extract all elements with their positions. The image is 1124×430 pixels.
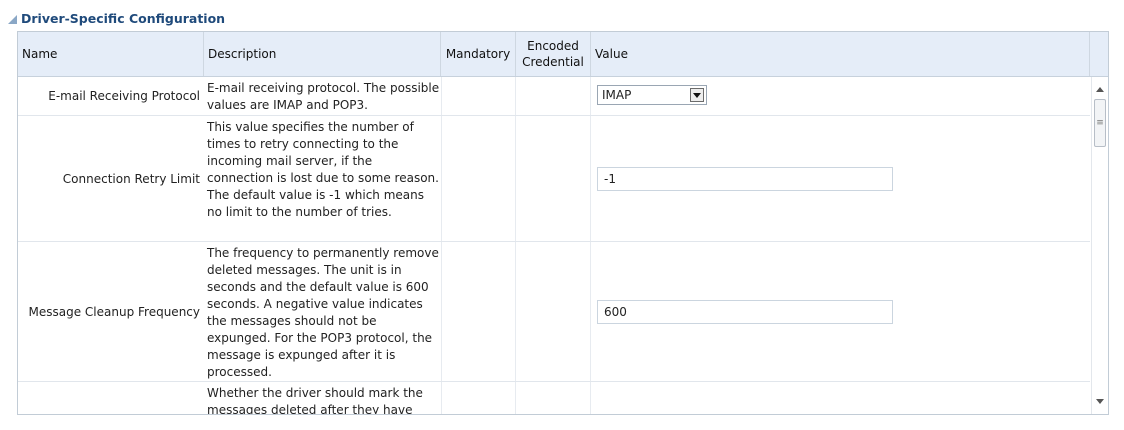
column-header-value[interactable]: Value bbox=[591, 32, 1090, 76]
row-description: The frequency to permanently remove dele… bbox=[207, 246, 439, 379]
row-description: E-mail receiving protocol. The possible … bbox=[207, 81, 440, 112]
table-row: Whether the driver should mark the messa… bbox=[18, 382, 1090, 414]
protocol-select[interactable]: IMAP bbox=[597, 85, 707, 105]
row-description: This value specifies the number of times… bbox=[207, 120, 439, 219]
row-mandatory bbox=[441, 382, 516, 414]
row-name: E-mail Receiving Protocol bbox=[48, 89, 200, 103]
protocol-select-value: IMAP bbox=[602, 88, 632, 102]
row-encoded-credential bbox=[516, 242, 591, 381]
collapse-triangle-icon[interactable] bbox=[8, 14, 17, 24]
row-value-cell bbox=[591, 382, 1090, 414]
row-mandatory bbox=[441, 242, 516, 381]
row-value-cell: IMAP bbox=[591, 77, 1090, 115]
column-header-mandatory[interactable]: Mandatory bbox=[441, 32, 516, 76]
column-header-encoded-credential[interactable]: Encoded Credential bbox=[516, 32, 591, 76]
row-description: Whether the driver should mark the messa… bbox=[207, 386, 423, 414]
row-name: Connection Retry Limit bbox=[62, 171, 200, 186]
table-header: Name Description Mandatory Encoded Crede… bbox=[18, 32, 1108, 77]
row-encoded-credential bbox=[516, 116, 591, 241]
scroll-down-arrow-icon[interactable] bbox=[1096, 399, 1104, 404]
header-scroll-spacer bbox=[1090, 32, 1108, 76]
row-name: Message Cleanup Frequency bbox=[28, 304, 201, 319]
retry-limit-input[interactable]: -1 bbox=[597, 167, 893, 191]
scroll-up-arrow-icon[interactable] bbox=[1096, 87, 1104, 92]
row-mandatory bbox=[441, 77, 516, 115]
config-table: Name Description Mandatory Encoded Crede… bbox=[17, 31, 1109, 415]
cleanup-frequency-input[interactable]: 600 bbox=[597, 300, 893, 324]
chevron-down-icon[interactable] bbox=[690, 88, 704, 102]
column-header-encoded-line1: Encoded bbox=[527, 39, 579, 53]
table-row: Message Cleanup Frequency The frequency … bbox=[18, 242, 1090, 382]
section-title: Driver-Specific Configuration bbox=[21, 10, 226, 26]
table-row: E-mail Receiving Protocol E-mail receivi… bbox=[18, 77, 1090, 116]
row-encoded-credential bbox=[516, 77, 591, 115]
row-value-cell: 600 bbox=[591, 242, 1090, 381]
table-row: Connection Retry Limit This value specif… bbox=[18, 116, 1090, 242]
row-mandatory bbox=[441, 116, 516, 241]
section-header[interactable]: Driver-Specific Configuration bbox=[8, 8, 225, 28]
row-value-cell: -1 bbox=[591, 116, 1090, 241]
column-header-encoded-line2: Credential bbox=[522, 55, 584, 69]
table-body: E-mail Receiving Protocol E-mail receivi… bbox=[18, 77, 1090, 414]
row-name bbox=[18, 382, 204, 414]
row-encoded-credential bbox=[516, 382, 591, 414]
scrollbar-thumb[interactable]: ≡ bbox=[1094, 99, 1106, 147]
column-header-description[interactable]: Description bbox=[204, 32, 441, 76]
column-header-name[interactable]: Name bbox=[18, 32, 204, 76]
vertical-scrollbar[interactable]: ≡ bbox=[1091, 77, 1108, 414]
